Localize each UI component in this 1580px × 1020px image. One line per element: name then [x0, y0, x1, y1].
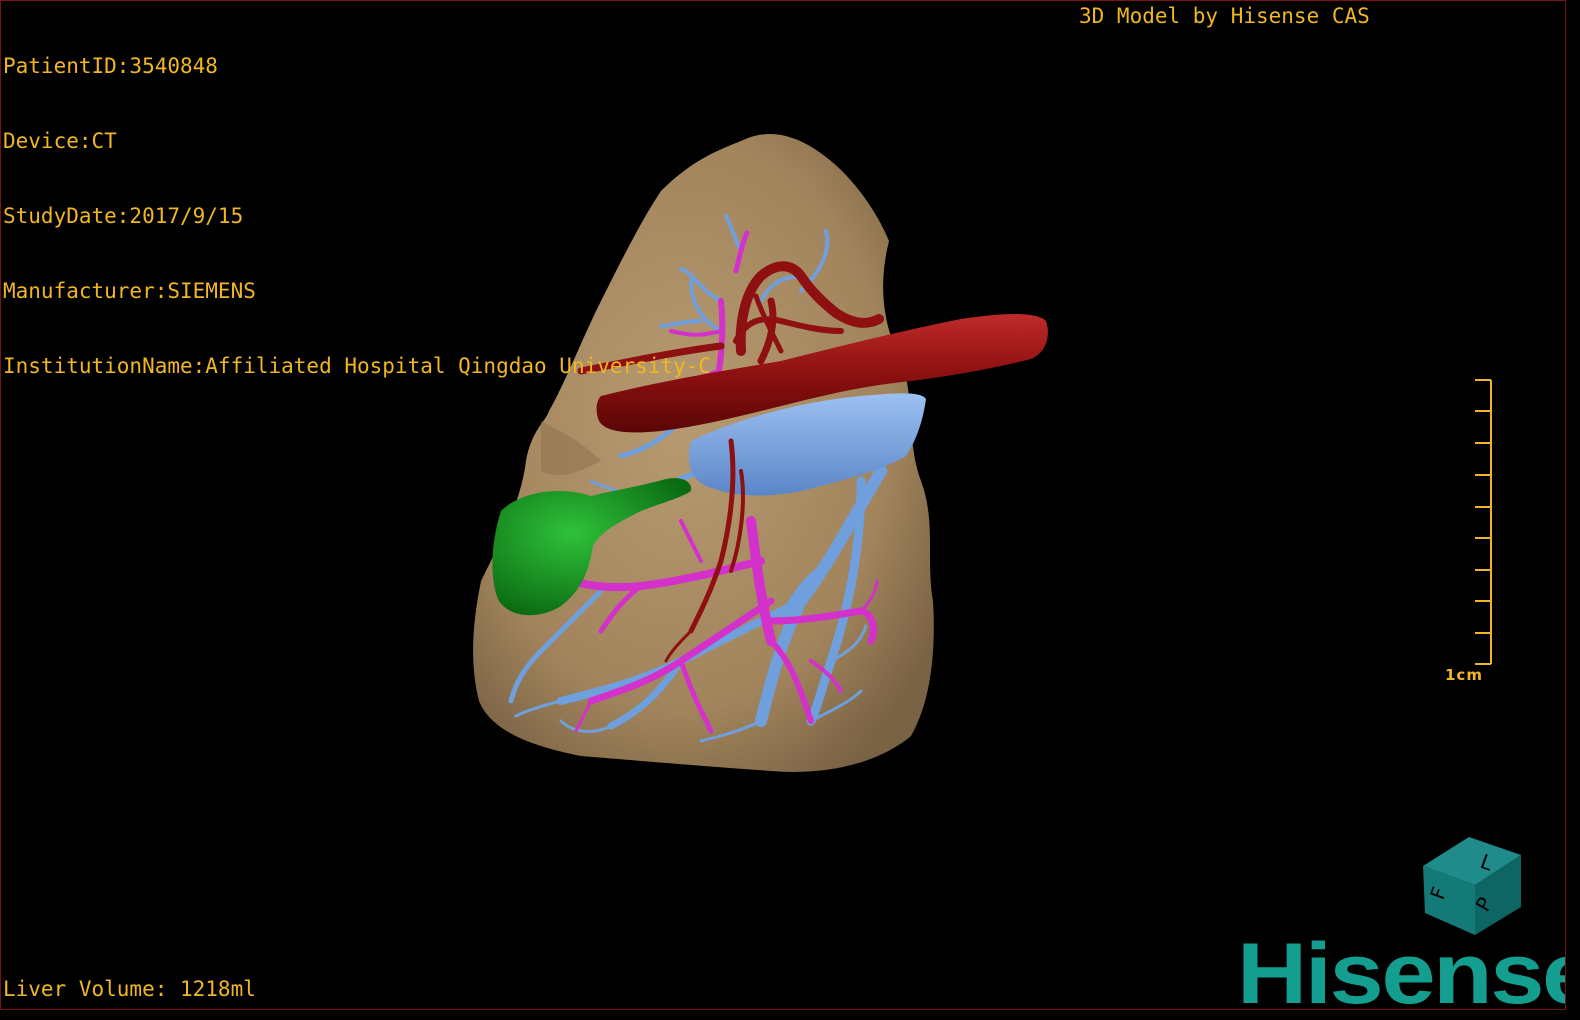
device-text: Device:CT	[3, 129, 117, 153]
liver-volume-text: Liver Volume: 1218ml	[3, 977, 256, 1001]
dicom-info-overlay: PatientID:3540848 Device:CT StudyDate:20…	[3, 4, 711, 429]
manufacturer-text: Manufacturer:SIEMENS	[3, 279, 256, 303]
scale-bar-label: 1cm	[1445, 666, 1483, 684]
orientation-cube-icon[interactable]: F L P	[1417, 831, 1529, 941]
model-credit-text: 3D Model by Hisense CAS	[1079, 4, 1370, 28]
institution-text: InstitutionName:Affiliated Hospital Qing…	[3, 354, 712, 378]
patient-id-text: PatientID:3540848	[3, 54, 218, 78]
scale-bar	[1475, 379, 1492, 665]
3d-viewport[interactable]: PatientID:3540848 Device:CT StudyDate:20…	[0, 0, 1566, 1010]
hisense-logo: Hisense	[1237, 926, 1566, 1010]
study-date-text: StudyDate:2017/9/15	[3, 204, 244, 228]
